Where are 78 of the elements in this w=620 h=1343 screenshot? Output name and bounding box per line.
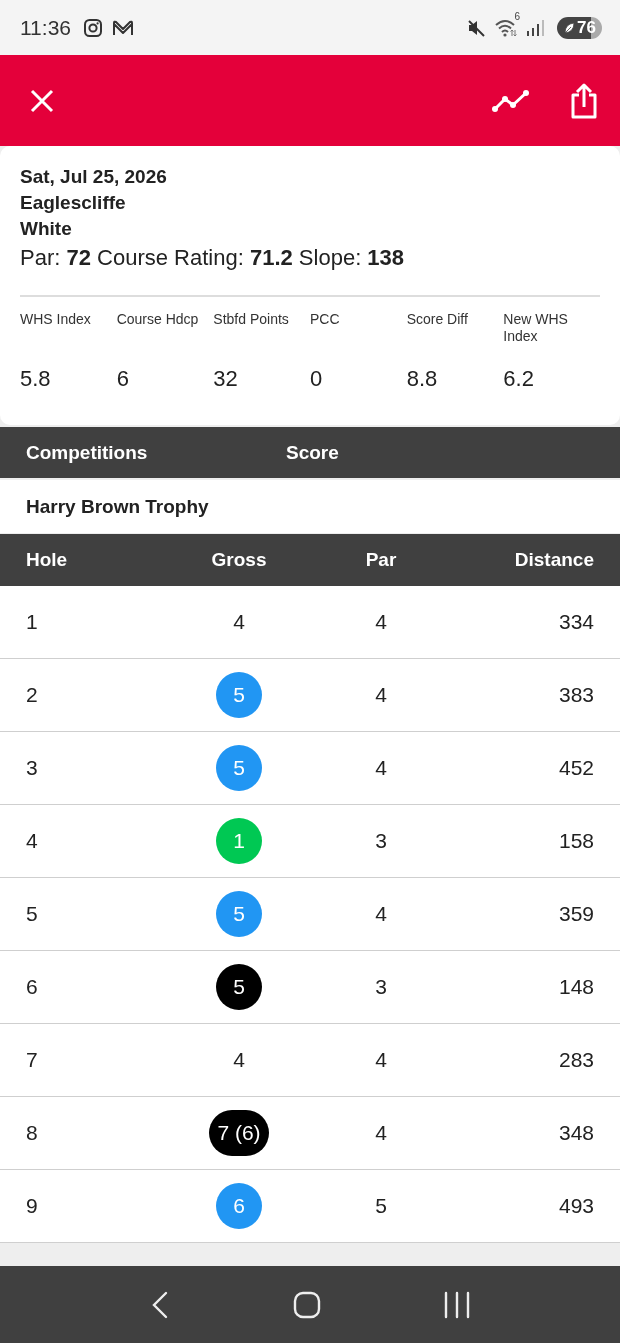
hole-number: 4 xyxy=(26,829,38,853)
home-button[interactable] xyxy=(293,1290,321,1319)
gross-score-badge: 7 (6) xyxy=(209,1110,269,1156)
competition-row[interactable]: Harry Brown Trophy xyxy=(0,480,620,533)
par-value: 4 xyxy=(375,610,387,634)
signal-bars-icon xyxy=(526,18,545,37)
par-value: 4 xyxy=(375,902,387,926)
stat-value: 0 xyxy=(310,366,323,392)
wifi-icon xyxy=(495,18,518,37)
stat-value: 6 xyxy=(116,366,129,392)
stat-value: 5.8 xyxy=(20,366,51,392)
distance-value: 148 xyxy=(558,975,594,999)
column-header: Par xyxy=(365,549,397,571)
share-button[interactable] xyxy=(570,81,598,120)
gross-score-badge: 5 xyxy=(216,964,262,1010)
gross-score-badge: 6 xyxy=(216,1183,262,1229)
gross-score-badge: 5 xyxy=(216,891,262,937)
stat-label: New WHS Index xyxy=(503,311,569,345)
wifi-label: 6 xyxy=(514,11,521,22)
tee-name: White xyxy=(20,217,73,241)
close-button[interactable] xyxy=(30,88,54,113)
column-header: Score xyxy=(286,441,340,464)
chart-button[interactable] xyxy=(492,88,530,113)
distance-value: 158 xyxy=(558,829,594,853)
stat-label: PCC xyxy=(310,311,341,329)
round-date: Sat, Jul 25, 2026 xyxy=(20,165,168,189)
column-header: Distance xyxy=(514,549,594,571)
hole-number: 3 xyxy=(26,756,38,780)
par-value: 3 xyxy=(375,829,387,853)
par-value: 4 xyxy=(375,756,387,780)
hole-number: 8 xyxy=(26,1121,38,1145)
share-icon xyxy=(570,81,598,120)
leaf-icon xyxy=(563,21,576,34)
line-chart-icon xyxy=(492,88,530,113)
column-header: Gross xyxy=(211,549,267,571)
gross-score-badge: 5 xyxy=(216,745,262,791)
distance-value: 493 xyxy=(558,1194,594,1218)
par-value: 5 xyxy=(375,1194,387,1218)
hole-number: 7 xyxy=(26,1048,38,1072)
stat-label: WHS Index xyxy=(20,311,92,329)
distance-value: 334 xyxy=(558,610,594,634)
stat-label: Stbfd Points xyxy=(213,311,290,329)
gross-score-badge: 5 xyxy=(216,672,262,718)
stat-label: Course Hdcp xyxy=(116,311,200,329)
par-value: 3 xyxy=(375,975,387,999)
gross-score: 4 xyxy=(233,610,245,633)
stat-value: 32 xyxy=(213,366,238,392)
battery-percent: 76 xyxy=(577,17,596,38)
column-header: Hole xyxy=(26,549,68,571)
hole-number: 5 xyxy=(26,902,38,926)
course-name: Eaglescliffe xyxy=(20,191,127,215)
stat-value: 8.8 xyxy=(406,366,438,392)
stat-value: 6.2 xyxy=(503,366,534,392)
stat-label: Score Diff xyxy=(406,311,469,329)
hole-number: 6 xyxy=(26,975,38,999)
par-value: 4 xyxy=(375,683,387,707)
recent-apps-icon xyxy=(444,1290,471,1319)
status-time: 11:36 xyxy=(20,15,71,40)
par-value: 4 xyxy=(375,1048,387,1072)
distance-value: 348 xyxy=(558,1121,594,1145)
close-icon xyxy=(30,88,54,113)
column-header: Competitions xyxy=(26,441,149,464)
gross-score-badge: 1 xyxy=(216,818,262,864)
distance-value: 452 xyxy=(558,756,594,780)
hole-number: 9 xyxy=(26,1194,38,1218)
recent-apps-button[interactable] xyxy=(444,1290,471,1319)
home-icon xyxy=(293,1290,321,1319)
mail-icon xyxy=(112,18,134,37)
camera-outline-icon xyxy=(83,17,103,38)
hole-number: 1 xyxy=(26,610,38,634)
gross-score: 4 xyxy=(233,1048,245,1071)
course-ratings: Par: 72 Course Rating: 71.2 Slope: 138 xyxy=(20,244,406,272)
par-value: 4 xyxy=(375,1121,387,1145)
muted-speaker-icon xyxy=(466,17,487,38)
distance-value: 383 xyxy=(558,683,594,707)
distance-value: 359 xyxy=(558,902,594,926)
hole-number: 2 xyxy=(26,683,38,707)
distance-value: 283 xyxy=(558,1048,594,1072)
